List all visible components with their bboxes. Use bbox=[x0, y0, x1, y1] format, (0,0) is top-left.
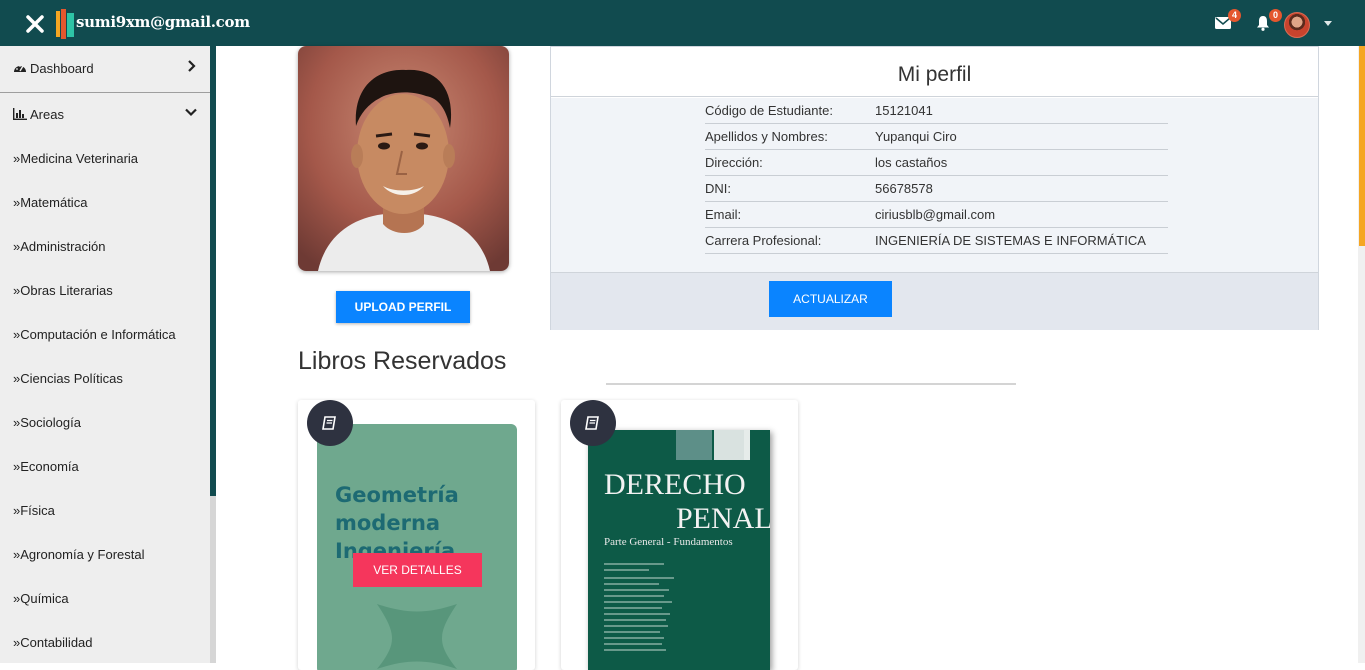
book-badge bbox=[307, 400, 353, 446]
sidebar-item-label: »Obras Literarias bbox=[13, 282, 113, 298]
dashboard-icon bbox=[14, 65, 26, 72]
sidebar-item-obras-literarias[interactable]: »Obras Literarias bbox=[0, 268, 211, 312]
upload-profile-button[interactable]: UPLOAD PERFIL bbox=[336, 291, 470, 323]
sidebar-item-label: Dashboard bbox=[30, 60, 94, 76]
profile-details: Código de Estudiante: 15121041 Apellidos… bbox=[551, 98, 1318, 272]
messages-button[interactable]: 4 bbox=[1215, 9, 1241, 32]
field-value: INGENIERÍA DE SISTEMAS E INFORMÁTICA bbox=[875, 233, 1146, 248]
sidebar-item-quimica[interactable]: »Química bbox=[0, 576, 211, 620]
sidebar-item-medicina-veterinaria[interactable]: »Medicina Veterinaria bbox=[0, 136, 211, 180]
sidebar-scrollbar-thumb[interactable] bbox=[210, 46, 216, 496]
book-icon bbox=[322, 416, 336, 430]
view-details-button[interactable]: VER DETALLES bbox=[353, 553, 482, 587]
sidebar: Dashboard Areas »Medicina Veterinaria »M… bbox=[0, 46, 211, 663]
sidebar-item-dashboard[interactable]: Dashboard bbox=[0, 46, 211, 90]
cover-author-list-decoration bbox=[604, 563, 674, 651]
book-icon bbox=[585, 416, 599, 430]
sidebar-item-label: »Medicina Veterinaria bbox=[13, 150, 139, 166]
sidebar-item-label: Areas bbox=[30, 106, 64, 122]
close-icon[interactable] bbox=[24, 13, 46, 35]
sidebar-item-label: »Matemática bbox=[13, 194, 88, 210]
profile-row-address: Dirección: los castaños bbox=[705, 150, 1168, 176]
update-button[interactable]: ACTUALIZAR bbox=[769, 281, 892, 317]
field-value: 15121041 bbox=[875, 103, 933, 118]
sidebar-item-sociologia[interactable]: »Sociología bbox=[0, 400, 211, 444]
book-cover: DERECHO PENAL Parte General - Fundamento… bbox=[588, 430, 770, 670]
sidebar-item-contabilidad[interactable]: »Contabilidad bbox=[0, 620, 211, 663]
sidebar-item-label: »Agronomía y Forestal bbox=[13, 546, 145, 562]
field-value: 56678578 bbox=[875, 181, 933, 196]
field-label: Código de Estudiante: bbox=[705, 103, 833, 118]
sidebar-item-economia[interactable]: »Economía bbox=[0, 444, 211, 488]
sidebar-item-label: »Física bbox=[13, 502, 55, 518]
field-label: Email: bbox=[705, 207, 742, 222]
reserved-books-title: Libros Reservados bbox=[298, 347, 507, 375]
book-cover: Geometría moderna Ingeniería bbox=[317, 424, 517, 670]
sidebar-item-label: »Computación e Informática bbox=[13, 326, 176, 342]
sidebar-item-label: »Sociología bbox=[13, 414, 81, 430]
field-value: Yupanqui Ciro bbox=[875, 129, 957, 144]
chevron-down-icon bbox=[185, 108, 197, 117]
sidebar-item-label: »Química bbox=[13, 590, 69, 606]
chevron-right-icon bbox=[188, 60, 196, 72]
bell-icon bbox=[1257, 16, 1269, 31]
profile-photo bbox=[298, 46, 509, 271]
profile-row-email: Email: ciriusblb@gmail.com bbox=[705, 202, 1168, 228]
sidebar-item-matematica[interactable]: »Matemática bbox=[0, 180, 211, 224]
book-cover-subtitle: Parte General - Fundamentos bbox=[604, 536, 733, 548]
notifications-button[interactable]: 0 bbox=[1256, 9, 1282, 32]
field-value: los castaños bbox=[875, 155, 948, 170]
sidebar-item-areas[interactable]: Areas bbox=[0, 92, 211, 136]
book-cover-title-line1: DERECHO bbox=[604, 468, 746, 501]
logo-icon bbox=[56, 9, 74, 39]
caret-down-icon[interactable] bbox=[1324, 21, 1332, 26]
profile-card-footer: ACTUALIZAR bbox=[551, 272, 1318, 330]
brand-email: sumi9xm@gmail.com bbox=[76, 13, 250, 31]
sidebar-item-label: »Administración bbox=[13, 238, 106, 254]
cover-shape-decoration bbox=[377, 604, 457, 669]
top-navbar: sumi9xm@gmail.com 4 0 bbox=[0, 0, 1365, 46]
field-label: DNI: bbox=[705, 181, 731, 196]
user-avatar[interactable] bbox=[1284, 12, 1310, 38]
profile-card: Mi perfil Código de Estudiante: 15121041… bbox=[550, 46, 1319, 330]
sidebar-item-label: »Ciencias Políticas bbox=[13, 370, 123, 386]
profile-row-dni: DNI: 56678578 bbox=[705, 176, 1168, 202]
profile-title: Mi perfil bbox=[897, 63, 972, 86]
sidebar-item-fisica[interactable]: »Física bbox=[0, 488, 211, 532]
profile-row-student-code: Código de Estudiante: 15121041 bbox=[705, 98, 1168, 124]
field-label: Apellidos y Nombres: bbox=[705, 129, 828, 144]
sidebar-item-administracion[interactable]: »Administración bbox=[0, 224, 211, 268]
messages-badge: 4 bbox=[1228, 9, 1241, 22]
field-label: Carrera Profesional: bbox=[705, 233, 822, 248]
profile-row-name: Apellidos y Nombres: Yupanqui Ciro bbox=[705, 124, 1168, 150]
book-badge bbox=[570, 400, 616, 446]
sidebar-item-computacion[interactable]: »Computación e Informática bbox=[0, 312, 211, 356]
page-scrollbar-thumb[interactable] bbox=[1359, 46, 1365, 246]
sidebar-item-label: »Contabilidad bbox=[13, 634, 93, 650]
sidebar-item-label: »Economía bbox=[13, 458, 79, 474]
field-value: ciriusblb@gmail.com bbox=[875, 207, 996, 222]
profile-card-header: Mi perfil bbox=[551, 47, 1318, 97]
profile-row-career: Carrera Profesional: INGENIERÍA DE SISTE… bbox=[705, 228, 1168, 254]
section-divider bbox=[606, 383, 1016, 385]
notifications-badge: 0 bbox=[1269, 9, 1282, 22]
book-cover-title-line2: PENAL bbox=[676, 502, 770, 535]
sidebar-item-ciencias-politicas[interactable]: »Ciencias Políticas bbox=[0, 356, 211, 400]
bar-chart-icon bbox=[13, 108, 27, 120]
field-label: Dirección: bbox=[705, 155, 763, 170]
sidebar-item-agronomia[interactable]: »Agronomía y Forestal bbox=[0, 532, 211, 576]
